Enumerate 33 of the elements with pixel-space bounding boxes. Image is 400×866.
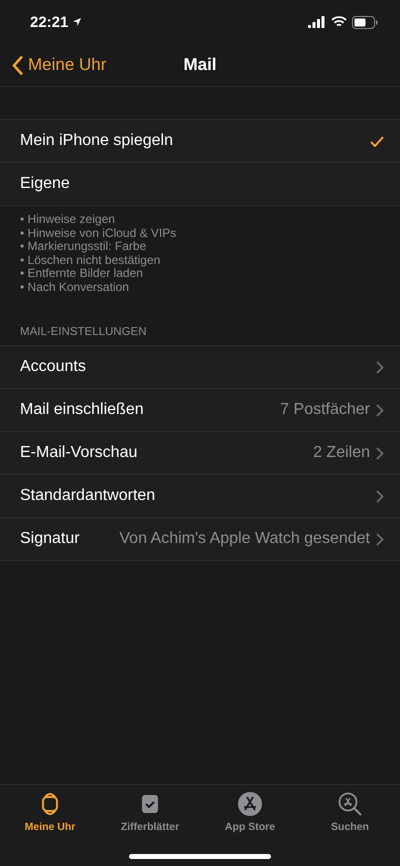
tab[interactable]: Meine Uhr bbox=[5, 791, 95, 833]
back-chevron-icon bbox=[12, 54, 24, 76]
settings-row[interactable]: Signatur Von Achim's Apple Watch gesendet bbox=[0, 517, 400, 560]
chevron-icon bbox=[376, 404, 384, 416]
wifi-icon bbox=[331, 16, 347, 28]
settings-row[interactable]: Standardantworten bbox=[0, 474, 400, 517]
search-icon[interactable] bbox=[337, 791, 363, 817]
summary-line: • Markierungsstil: Farbe bbox=[20, 240, 148, 254]
settings-row[interactable]: Mail einschließen 7 Postfächer bbox=[0, 388, 400, 431]
section-header: MAIL-EINSTELLUNGEN bbox=[19, 325, 148, 340]
battery-icon bbox=[352, 16, 378, 28]
tab[interactable]: App Store bbox=[205, 791, 295, 833]
tab[interactable]: Suchen bbox=[305, 791, 395, 833]
app-store-icon[interactable] bbox=[237, 791, 263, 817]
location-icon bbox=[72, 17, 82, 27]
mode-option[interactable]: Eigene bbox=[0, 162, 400, 205]
signal-icon bbox=[308, 16, 326, 28]
summary-line: • Entfernte Bilder laden bbox=[20, 267, 143, 280]
mode-option[interactable]: Mein iPhone spiegeln bbox=[0, 120, 400, 162]
chevron-icon bbox=[376, 490, 384, 502]
chevron-icon bbox=[376, 532, 384, 546]
settings-row[interactable]: E-Mail-Vorschau 2 Zeilen bbox=[0, 431, 400, 474]
screen-title: Mail bbox=[183, 55, 217, 75]
tab[interactable]: Zifferblätter bbox=[105, 791, 195, 833]
settings-row[interactable]: Accounts bbox=[0, 346, 400, 388]
chevron-icon bbox=[376, 360, 384, 374]
summary-line: • Nach Konversation bbox=[20, 280, 130, 294]
back-button[interactable]: Meine Uhr bbox=[0, 54, 106, 76]
summary-line: • Hinweise zeigen bbox=[20, 213, 116, 226]
summary-line: • Löschen nicht bestätigen bbox=[20, 254, 162, 267]
status-time: 22:21 bbox=[30, 14, 68, 30]
chevron-icon bbox=[376, 446, 384, 460]
summary-line: • Hinweise von iCloud & VIPs bbox=[20, 226, 178, 240]
